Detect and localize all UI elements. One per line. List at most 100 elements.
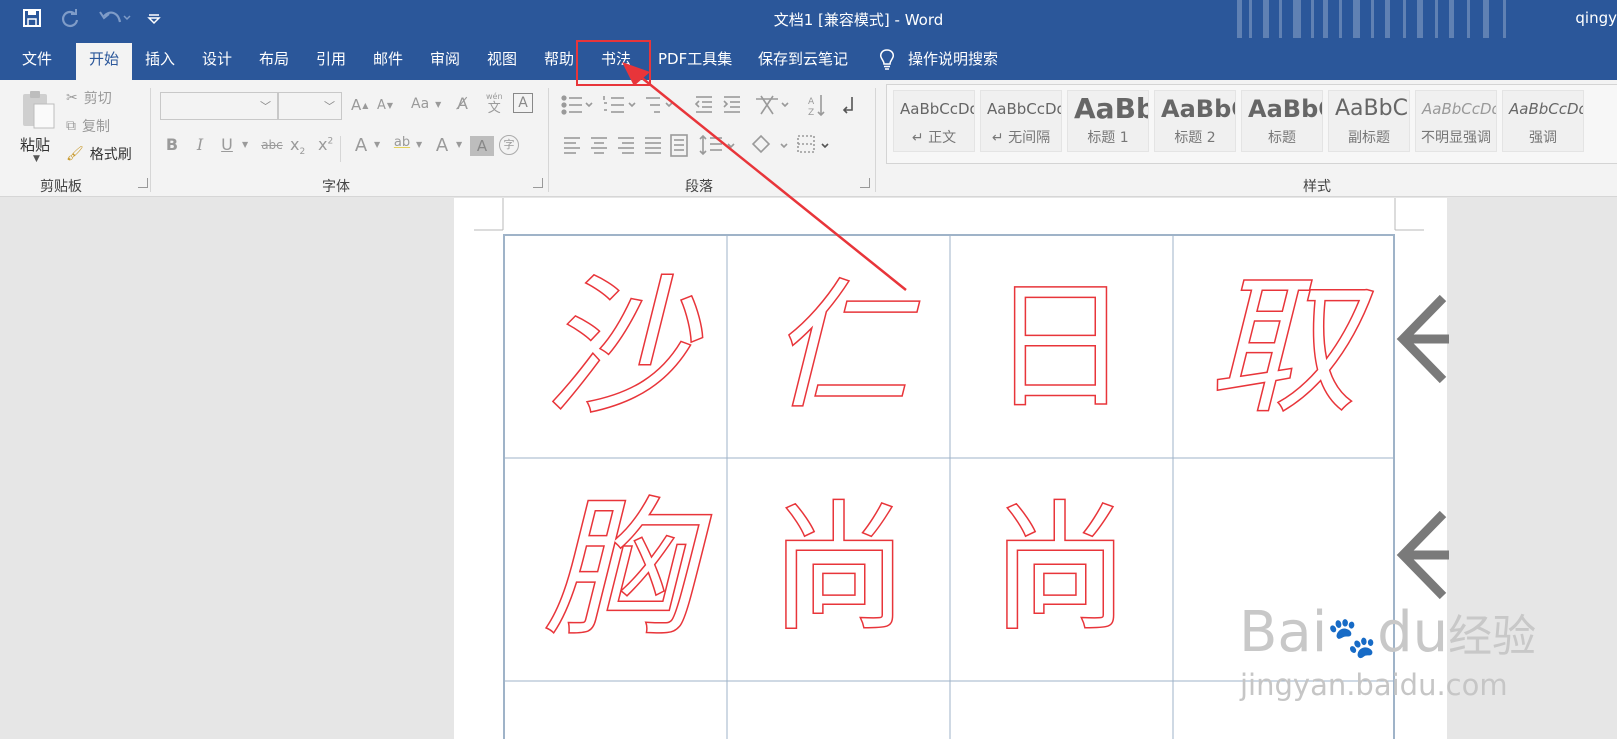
paw-icon: 🐾: [1327, 615, 1378, 661]
ribbon-separator: [340, 136, 341, 162]
phonetic-char: 文: [487, 101, 501, 116]
format-painter-label: 格式刷: [89, 147, 132, 163]
format-painter-button[interactable]: 🖌 格式刷: [66, 144, 132, 164]
left-arrow-icon[interactable]: [1393, 294, 1449, 384]
dialog-launcher-icon[interactable]: [533, 178, 543, 188]
clear-format-button[interactable]: A̸: [457, 94, 468, 113]
tell-me-label: 操作说明搜索: [908, 50, 999, 68]
strikethrough-button[interactable]: abc: [256, 138, 288, 152]
enclose-char: 字: [503, 138, 515, 151]
grid-char-r1c3[interactable]: 日: [960, 248, 1160, 448]
style-sample: AaBbC: [1335, 96, 1408, 121]
bold-button[interactable]: B: [160, 135, 184, 154]
style-sample: AaBbCcDd: [987, 100, 1062, 118]
style-name: 标题 2: [1174, 130, 1216, 146]
ribbon-separator: [150, 88, 151, 192]
superscript-button[interactable]: x2: [318, 135, 333, 154]
styles-group-label: 样式: [1303, 179, 1331, 195]
paste-button[interactable]: 粘贴 ▼: [16, 88, 60, 166]
grid-char-r2c3[interactable]: 尚: [960, 470, 1160, 670]
chevron-down-icon: ﹀: [324, 100, 335, 113]
char-border-letter: A: [518, 95, 528, 111]
chevron-down-icon: ▼: [435, 99, 442, 109]
dialog-launcher-icon[interactable]: [138, 178, 148, 188]
style-sample: AaBbCcDd: [1509, 100, 1584, 118]
style-name: 不明显强调: [1421, 130, 1491, 146]
annotation-arrow: [622, 62, 907, 291]
grow-font-button[interactable]: A ▲: [351, 96, 368, 114]
char-shading-button[interactable]: A: [470, 136, 494, 156]
paste-icon: [23, 91, 55, 129]
scissors-icon: ✂: [66, 90, 78, 106]
subscript-mark: 2: [299, 147, 306, 158]
style-emphasis[interactable]: AaBbCcDd 强调: [1502, 90, 1584, 152]
shrink-font-button[interactable]: A ▼: [377, 98, 393, 113]
chevron-down-icon[interactable]: ▼: [242, 140, 248, 149]
style-sample: AaBb: [1074, 92, 1149, 125]
style-name: 标题 1: [1087, 130, 1129, 146]
subscript-button[interactable]: x2: [290, 135, 305, 157]
clipboard-group-label: 剪贴板: [40, 179, 82, 195]
style-subtitle[interactable]: AaBbC 副标题: [1328, 90, 1410, 152]
watermark-url: jingyan.baidu.com: [1240, 668, 1508, 702]
copy-label: 复制: [82, 119, 110, 135]
watermark-cn: 经验: [1448, 611, 1537, 662]
chevron-down-icon[interactable]: ▼: [456, 140, 462, 149]
bullets-icon: [561, 95, 582, 115]
cut-button[interactable]: ✂ 剪切: [66, 88, 112, 108]
grid-char-r2c2[interactable]: 尚: [739, 470, 939, 670]
ribbon-separator: [548, 88, 549, 192]
underline-button[interactable]: U: [215, 135, 239, 154]
align-center-icon: [591, 137, 607, 154]
highlight-button[interactable]: ab: [390, 135, 414, 150]
char-border-button[interactable]: A: [513, 93, 533, 113]
style-no-spacing[interactable]: AaBbCcDd ↵ 无间隔: [980, 90, 1062, 152]
change-case-button[interactable]: Aa ▼: [411, 96, 441, 112]
style-name: 副标题: [1348, 130, 1390, 146]
grid-char-r2c1[interactable]: 胸: [518, 470, 718, 670]
brush-icon: 🖌: [66, 146, 84, 162]
paste-label: 粘贴: [20, 136, 51, 154]
style-name: 强调: [1529, 130, 1557, 146]
style-sample: AaBbCcDd: [1422, 100, 1497, 118]
text-effects-button[interactable]: A: [349, 135, 373, 156]
style-sample: AaBbC: [1248, 95, 1322, 123]
chevron-down-icon: ﹀: [260, 100, 271, 113]
italic-button[interactable]: I: [188, 135, 212, 154]
tab-design[interactable]: 设计: [189, 38, 245, 80]
style-title[interactable]: AaBbC 标题: [1241, 90, 1323, 152]
tab-file[interactable]: 文件: [9, 38, 65, 80]
font-size-combo[interactable]: ﹀: [278, 92, 342, 120]
watermark-brand: Bai: [1239, 600, 1328, 665]
tab-insert[interactable]: 插入: [132, 38, 188, 80]
style-subtle-emphasis[interactable]: AaBbCcDd 不明显强调: [1415, 90, 1497, 152]
tab-layout[interactable]: 布局: [246, 38, 302, 80]
enclose-char-button[interactable]: 字: [499, 135, 519, 155]
shrink-font-icon: A: [377, 98, 386, 113]
superscript-mark: 2: [327, 136, 334, 147]
style-name: 标题: [1268, 130, 1296, 146]
left-arrow-icon[interactable]: [1393, 510, 1449, 600]
tab-mailings[interactable]: 邮件: [360, 38, 416, 80]
eraser-icon: A̸: [457, 94, 468, 113]
copy-icon: ⧉: [66, 118, 76, 134]
grid-char-r1c4[interactable]: 取: [1182, 248, 1382, 448]
font-name-combo[interactable]: ﹀: [160, 92, 278, 120]
user-name[interactable]: qingy: [1575, 9, 1617, 27]
change-case-icon: Aa: [411, 96, 430, 112]
tab-review[interactable]: 审阅: [417, 38, 473, 80]
chevron-down-icon[interactable]: ▼: [374, 140, 380, 149]
chevron-down-icon: ▼: [33, 154, 40, 164]
phonetic-guide-button[interactable]: wén 文: [486, 92, 503, 116]
chevron-down-icon[interactable]: ▼: [416, 140, 422, 149]
style-heading-1[interactable]: AaBb 标题 1: [1067, 90, 1149, 152]
baidu-watermark: Bai🐾du经验: [1239, 600, 1536, 665]
font-color-button[interactable]: A: [430, 135, 454, 156]
watermark-brand2: du: [1377, 600, 1449, 665]
tab-references[interactable]: 引用: [303, 38, 359, 80]
tab-home[interactable]: 开始: [76, 43, 133, 80]
tab-view[interactable]: 视图: [474, 38, 530, 80]
cut-label: 剪切: [83, 91, 112, 107]
style-heading-2[interactable]: AaBbC 标题 2: [1154, 90, 1236, 152]
copy-button[interactable]: ⧉ 复制: [66, 116, 110, 136]
